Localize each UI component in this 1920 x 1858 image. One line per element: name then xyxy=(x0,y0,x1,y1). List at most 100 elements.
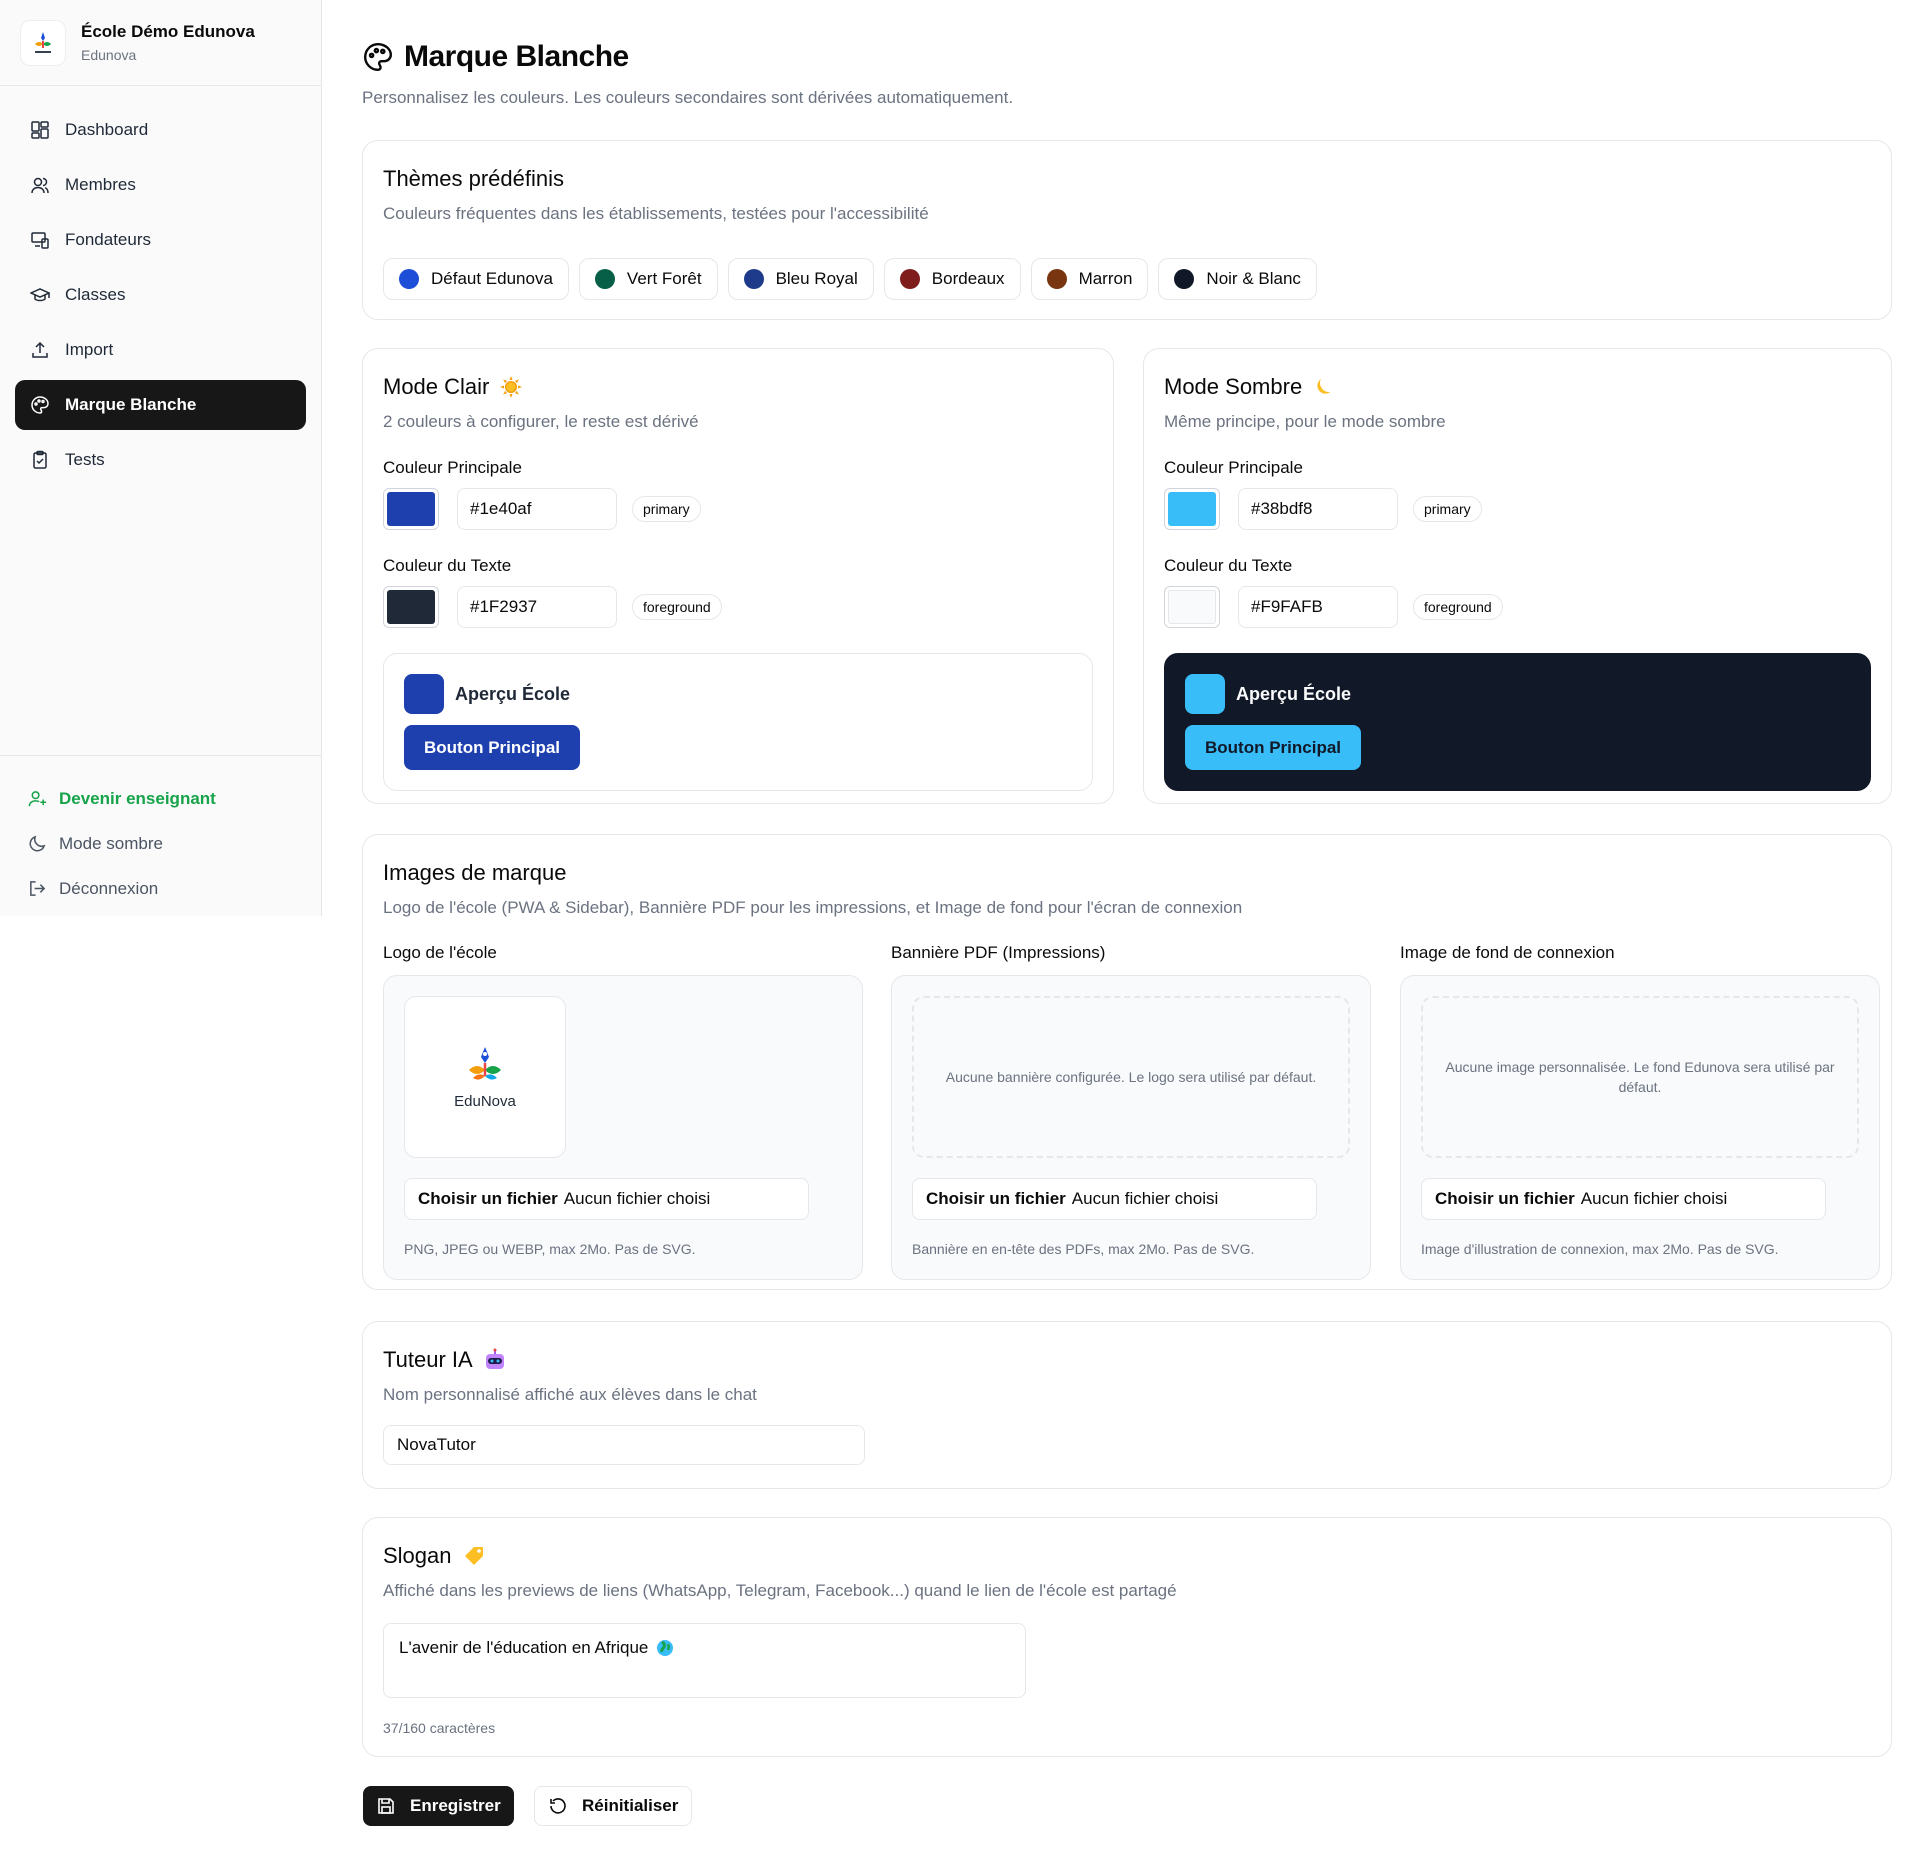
dark-primary-label: Couleur Principale xyxy=(1164,458,1303,477)
preview-color-square xyxy=(1185,674,1225,714)
color-dot xyxy=(399,269,419,289)
theme-chip-defaut-edunova[interactable]: Défaut Edunova xyxy=(383,258,569,300)
dark-text-tag: foreground xyxy=(1413,594,1503,620)
preview-school-name: Aperçu École xyxy=(1236,683,1352,704)
dark-mode-label: Mode sombre xyxy=(59,833,163,853)
theme-chip-bleu-royal[interactable]: Bleu Royal xyxy=(727,258,874,300)
school-brand[interactable]: École Démo Edunova Edunova xyxy=(0,0,321,86)
sidebar-item-membres[interactable]: Membres xyxy=(15,160,306,210)
logo-label: Logo de l'école xyxy=(383,943,497,962)
robot-icon xyxy=(485,1348,504,1369)
moon-icon xyxy=(29,835,46,852)
background-upload-section: Image de fond de connexion Aucune image … xyxy=(1400,943,1880,1280)
color-dot xyxy=(1174,269,1195,289)
theme-chip-marron[interactable]: Marron xyxy=(1030,258,1149,300)
slogan-desc: Affiché dans les previews de liens (What… xyxy=(383,1581,1177,1600)
light-text-tag: foreground xyxy=(632,594,722,620)
theme-chip-label: Marron xyxy=(1078,269,1133,288)
school-logo xyxy=(20,19,66,66)
file-button-label: Choisir un fichier xyxy=(1435,1189,1575,1208)
color-dot xyxy=(594,269,615,289)
theme-chip-label: Bleu Royal xyxy=(775,269,858,288)
dark-preview-primary-button[interactable]: Bouton Principal xyxy=(1185,725,1361,770)
brand-images-desc: Logo de l'école (PWA & Sidebar), Bannièr… xyxy=(383,898,1243,917)
dark-text-field: Couleur du Texte #F9FAFB foreground xyxy=(1164,556,1871,628)
preview-school-name: Aperçu École xyxy=(455,683,571,704)
theme-chip-bordeaux[interactable]: Bordeaux xyxy=(883,258,1021,300)
light-text-hex-input[interactable]: #1F2937 xyxy=(457,586,617,628)
light-preview-primary-button[interactable]: Bouton Principal xyxy=(404,725,580,770)
file-status: Aucun fichier choisi xyxy=(1071,1189,1219,1208)
save-button[interactable]: Enregistrer xyxy=(363,1786,514,1826)
logo-hint: PNG, JPEG ou WEBP, max 2Mo. Pas de SVG. xyxy=(404,1241,696,1257)
sidebar-item-dashboard[interactable]: Dashboard xyxy=(15,105,306,155)
theme-chip-vert-foret[interactable]: Vert Forêt xyxy=(578,258,718,300)
dark-mode-desc: Même principe, pour le mode sombre xyxy=(1164,412,1446,431)
user-plus-icon xyxy=(28,791,47,807)
sidebar-item-fondateurs[interactable]: Fondateurs xyxy=(15,215,306,265)
file-button-label: Choisir un fichier xyxy=(418,1189,558,1208)
ai-tutor-name-input[interactable]: NovaTutor xyxy=(383,1425,865,1465)
ai-tutor-desc: Nom personnalisé affiché aux élèves dans… xyxy=(383,1385,757,1404)
background-empty-dropzone: Aucune image personnalisée. Le fond Edun… xyxy=(1421,996,1859,1158)
dark-text-hex-input[interactable]: #F9FAFB xyxy=(1238,586,1398,628)
logo-file-input[interactable]: Choisir un fichier Aucun fichier choisi xyxy=(404,1178,809,1220)
logo-word-nova: Nova xyxy=(480,1093,516,1110)
become-teacher-label: Devenir enseignant xyxy=(59,788,216,808)
sidebar: École Démo Edunova Edunova Dashboard Mem… xyxy=(0,0,322,916)
logo-word-edu: Edu xyxy=(454,1093,481,1110)
sidebar-item-classes[interactable]: Classes xyxy=(15,270,306,320)
light-text-color-picker[interactable] xyxy=(383,586,439,628)
logo-wordmark: EduNova xyxy=(454,1093,516,1110)
sidebar-footer: Devenir enseignant Mode sombre Déconnexi… xyxy=(0,755,321,911)
page-subtitle: Personnalisez les couleurs. Les couleurs… xyxy=(362,88,1014,107)
sun-icon xyxy=(500,376,523,398)
light-primary-hex-input[interactable]: #1e40af xyxy=(457,488,617,530)
slogan-textarea[interactable]: L'avenir de l'éducation en Afrique xyxy=(383,1623,1026,1698)
light-mode-desc: 2 couleurs à configurer, le reste est dé… xyxy=(383,412,699,431)
slogan-title-text: Slogan xyxy=(383,1543,452,1568)
become-teacher-link[interactable]: Devenir enseignant xyxy=(28,776,306,821)
logout-link[interactable]: Déconnexion xyxy=(28,866,306,911)
dark-mode-toggle[interactable]: Mode sombre xyxy=(28,821,306,866)
ai-tutor-title: Tuteur IA xyxy=(383,1347,1871,1373)
color-dot xyxy=(743,269,764,289)
light-primary-color-picker[interactable] xyxy=(383,488,439,530)
file-status: Aucun fichier choisi xyxy=(563,1189,711,1208)
brand-images-title: Images de marque xyxy=(383,860,567,885)
banner-file-input[interactable]: Choisir un fichier Aucun fichier choisi xyxy=(912,1178,1317,1220)
slogan-text: L'avenir de l'éducation en Afrique xyxy=(399,1638,649,1657)
sidebar-item-marque-blanche[interactable]: Marque Blanche xyxy=(15,380,306,430)
edunova-logo-icon xyxy=(35,31,51,53)
sidebar-item-label: Tests xyxy=(65,450,105,469)
predefined-themes-card: Thèmes prédéfinis Couleurs fréquentes da… xyxy=(362,140,1892,320)
sidebar-item-import[interactable]: Import xyxy=(15,325,306,375)
light-primary-field: Couleur Principale #1e40af primary xyxy=(383,458,1093,530)
background-file-input[interactable]: Choisir un fichier Aucun fichier choisi xyxy=(1421,1178,1826,1220)
logo-upload-section: Logo de l'école EduNova Choisir un fichi… xyxy=(383,943,863,1280)
sidebar-item-tests[interactable]: Tests xyxy=(15,435,306,485)
banner-label: Bannière PDF (Impressions) xyxy=(891,943,1106,962)
school-name: École Démo Edunova xyxy=(81,22,255,41)
dark-text-color-picker[interactable] xyxy=(1164,586,1220,628)
theme-chip-label: Vert Forêt xyxy=(626,269,702,288)
dark-mode-card: Mode Sombre Même principe, pour le mode … xyxy=(1143,348,1892,804)
clipboard-check-icon xyxy=(33,450,47,469)
dark-primary-field: Couleur Principale #38bdf8 primary xyxy=(1164,458,1871,530)
rotate-ccw-icon xyxy=(550,1798,566,1814)
label-tag-icon xyxy=(464,1547,483,1565)
crescent-moon-icon xyxy=(1317,379,1333,394)
light-preview: Aperçu École Bouton Principal xyxy=(383,653,1093,791)
light-mode-title-text: Mode Clair xyxy=(383,374,490,399)
themes-desc: Couleurs fréquentes dans les établisseme… xyxy=(383,204,929,223)
banner-upload-section: Bannière PDF (Impressions) Aucune banniè… xyxy=(891,943,1371,1280)
sidebar-item-label: Marque Blanche xyxy=(65,395,197,414)
theme-chip-noir-blanc[interactable]: Noir & Blanc xyxy=(1158,258,1317,300)
light-text-field: Couleur du Texte #1F2937 foreground xyxy=(383,556,1093,628)
dark-primary-hex-input[interactable]: #38bdf8 xyxy=(1238,488,1398,530)
reset-button[interactable]: Réinitialiser xyxy=(534,1786,693,1826)
logout-label: Déconnexion xyxy=(59,878,159,898)
ai-tutor-card: Tuteur IA Nom personnalisé affiché aux é… xyxy=(362,1321,1892,1489)
palette-icon xyxy=(364,42,393,72)
dark-primary-color-picker[interactable] xyxy=(1164,488,1220,530)
